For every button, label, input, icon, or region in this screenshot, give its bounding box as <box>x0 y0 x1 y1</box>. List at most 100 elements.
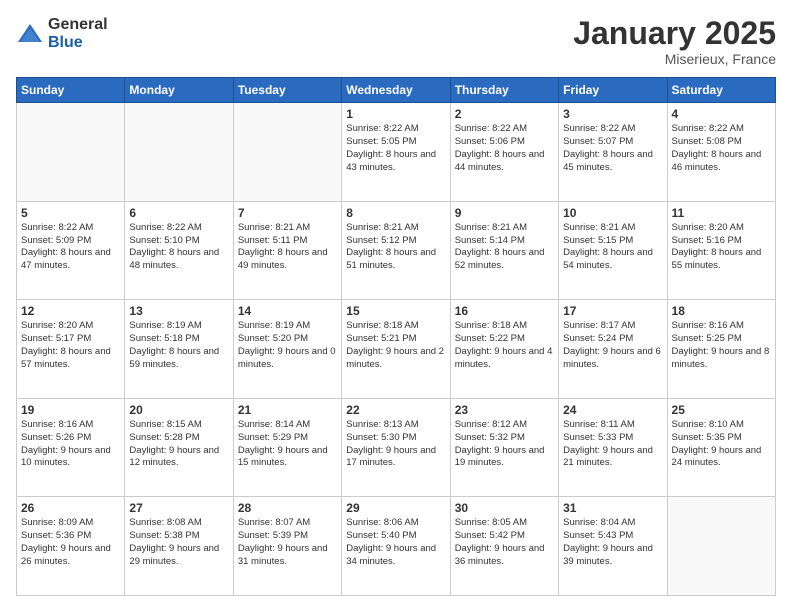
day-number: 10 <box>563 206 662 220</box>
table-row <box>233 103 341 202</box>
day-number: 26 <box>21 501 120 515</box>
day-info: Sunrise: 8:08 AM Sunset: 5:38 PM Dayligh… <box>129 517 228 568</box>
table-row: 9Sunrise: 8:21 AM Sunset: 5:14 PM Daylig… <box>450 201 558 300</box>
day-number: 12 <box>21 304 120 318</box>
day-info: Sunrise: 8:21 AM Sunset: 5:11 PM Dayligh… <box>238 222 337 273</box>
table-row: 6 Sunrise: 8:22 AM Sunset: 5:10 PM Daylig… <box>125 201 233 300</box>
day-number: 6 <box>129 206 228 220</box>
table-row: 17 Sunrise: 8:17 AM Sunset: 5:24 PM Dayli… <box>559 300 667 399</box>
day-number: 8 <box>346 206 445 220</box>
day-number: 28 <box>238 501 337 515</box>
day-info: Sunrise: 8:10 AM Sunset: 5:35 PM Dayligh… <box>672 419 771 470</box>
table-row: 16 Sunrise: 8:18 AM Sunset: 5:22 PM Dayli… <box>450 300 558 399</box>
day-info: Sunrise: 8:15 AM Sunset: 5:28 PM Dayligh… <box>129 419 228 470</box>
day-info: Sunrise: 8:04 AM Sunset: 5:43 PM Dayligh… <box>563 517 662 568</box>
col-friday: Friday <box>559 78 667 103</box>
day-info: Sunrise: 8:22 AM Sunset: 5:06 PM Dayligh… <box>455 123 554 174</box>
table-row: 2 Sunrise: 8:22 AM Sunset: 5:06 PM Daylig… <box>450 103 558 202</box>
day-number: 21 <box>238 403 337 417</box>
day-number: 30 <box>455 501 554 515</box>
col-thursday: Thursday <box>450 78 558 103</box>
day-info: Sunrise: 8:22 AM Sunset: 5:07 PM Dayligh… <box>563 123 662 174</box>
day-number: 24 <box>563 403 662 417</box>
logo-icon <box>16 20 44 48</box>
day-number: 25 <box>672 403 771 417</box>
day-number: 22 <box>346 403 445 417</box>
day-info: Sunrise: 8:19 AM Sunset: 5:20 PM Dayligh… <box>238 320 337 371</box>
day-info: Sunrise: 8:18 AM Sunset: 5:21 PM Dayligh… <box>346 320 445 371</box>
day-number: 1 <box>346 107 445 121</box>
table-row: 22 Sunrise: 8:13 AM Sunset: 5:30 PM Dayli… <box>342 398 450 497</box>
day-info: Sunrise: 8:13 AM Sunset: 5:30 PM Dayligh… <box>346 419 445 470</box>
day-number: 19 <box>21 403 120 417</box>
table-row <box>125 103 233 202</box>
table-row: 26 Sunrise: 8:09 AM Sunset: 5:36 PM Dayli… <box>17 497 125 596</box>
calendar-table: Sunday Monday Tuesday Wednesday Thursday… <box>16 77 776 596</box>
day-number: 27 <box>129 501 228 515</box>
day-number: 4 <box>672 107 771 121</box>
table-row: 1 Sunrise: 8:22 AM Sunset: 5:05 PM Daylig… <box>342 103 450 202</box>
table-row: 30Sunrise: 8:05 AM Sunset: 5:42 PM Dayli… <box>450 497 558 596</box>
day-info: Sunrise: 8:09 AM Sunset: 5:36 PM Dayligh… <box>21 517 120 568</box>
day-number: 3 <box>563 107 662 121</box>
day-info: Sunrise: 8:14 AM Sunset: 5:29 PM Dayligh… <box>238 419 337 470</box>
day-number: 18 <box>672 304 771 318</box>
day-number: 14 <box>238 304 337 318</box>
col-saturday: Saturday <box>667 78 775 103</box>
logo-general-text: General <box>48 16 108 34</box>
calendar-header-row: Sunday Monday Tuesday Wednesday Thursday… <box>17 78 776 103</box>
day-info: Sunrise: 8:20 AM Sunset: 5:16 PM Dayligh… <box>672 222 771 273</box>
table-row: 25 Sunrise: 8:10 AM Sunset: 5:35 PM Dayli… <box>667 398 775 497</box>
day-number: 17 <box>563 304 662 318</box>
day-info: Sunrise: 8:22 AM Sunset: 5:05 PM Dayligh… <box>346 123 445 174</box>
day-number: 23 <box>455 403 554 417</box>
table-row: 31 Sunrise: 8:04 AM Sunset: 5:43 PM Dayli… <box>559 497 667 596</box>
table-row: 29 Sunrise: 8:06 AM Sunset: 5:40 PM Dayli… <box>342 497 450 596</box>
table-row: 21 Sunrise: 8:14 AM Sunset: 5:29 PM Dayli… <box>233 398 341 497</box>
col-tuesday: Tuesday <box>233 78 341 103</box>
month-title: January 2025 <box>573 16 776 51</box>
table-row: 23 Sunrise: 8:12 AM Sunset: 5:32 PM Dayli… <box>450 398 558 497</box>
day-number: 5 <box>21 206 120 220</box>
calendar-week-row: 1 Sunrise: 8:22 AM Sunset: 5:05 PM Daylig… <box>17 103 776 202</box>
table-row: 24 Sunrise: 8:11 AM Sunset: 5:33 PM Dayli… <box>559 398 667 497</box>
table-row <box>667 497 775 596</box>
day-info: Sunrise: 8:20 AM Sunset: 5:17 PM Dayligh… <box>21 320 120 371</box>
table-row: 19 Sunrise: 8:16 AM Sunset: 5:26 PM Dayli… <box>17 398 125 497</box>
logo-blue-text: Blue <box>48 34 108 52</box>
table-row: 10 Sunrise: 8:21 AM Sunset: 5:15 PM Dayli… <box>559 201 667 300</box>
day-info: Sunrise: 8:06 AM Sunset: 5:40 PM Dayligh… <box>346 517 445 568</box>
day-info: Sunrise: 8:12 AM Sunset: 5:32 PM Dayligh… <box>455 419 554 470</box>
calendar-week-row: 26 Sunrise: 8:09 AM Sunset: 5:36 PM Dayli… <box>17 497 776 596</box>
table-row: 11Sunrise: 8:20 AM Sunset: 5:16 PM Dayli… <box>667 201 775 300</box>
day-number: 29 <box>346 501 445 515</box>
day-number: 31 <box>563 501 662 515</box>
day-number: 20 <box>129 403 228 417</box>
day-number: 2 <box>455 107 554 121</box>
day-info: Sunrise: 8:21 AM Sunset: 5:15 PM Dayligh… <box>563 222 662 273</box>
calendar-week-row: 12 Sunrise: 8:20 AM Sunset: 5:17 PM Dayli… <box>17 300 776 399</box>
calendar-week-row: 5 Sunrise: 8:22 AM Sunset: 5:09 PM Daylig… <box>17 201 776 300</box>
header: General Blue January 2025 Miserieux, Fra… <box>16 16 776 67</box>
day-info: Sunrise: 8:21 AM Sunset: 5:12 PM Dayligh… <box>346 222 445 273</box>
table-row: 27 Sunrise: 8:08 AM Sunset: 5:38 PM Dayli… <box>125 497 233 596</box>
day-info: Sunrise: 8:11 AM Sunset: 5:33 PM Dayligh… <box>563 419 662 470</box>
day-info: Sunrise: 8:22 AM Sunset: 5:09 PM Dayligh… <box>21 222 120 273</box>
day-info: Sunrise: 8:22 AM Sunset: 5:10 PM Dayligh… <box>129 222 228 273</box>
day-info: Sunrise: 8:16 AM Sunset: 5:26 PM Dayligh… <box>21 419 120 470</box>
day-number: 15 <box>346 304 445 318</box>
page: General Blue January 2025 Miserieux, Fra… <box>0 0 792 612</box>
table-row: 18 Sunrise: 8:16 AM Sunset: 5:25 PM Dayli… <box>667 300 775 399</box>
day-info: Sunrise: 8:07 AM Sunset: 5:39 PM Dayligh… <box>238 517 337 568</box>
table-row: 4Sunrise: 8:22 AM Sunset: 5:08 PM Daylig… <box>667 103 775 202</box>
day-info: Sunrise: 8:16 AM Sunset: 5:25 PM Dayligh… <box>672 320 771 371</box>
col-monday: Monday <box>125 78 233 103</box>
day-number: 13 <box>129 304 228 318</box>
day-number: 16 <box>455 304 554 318</box>
table-row: 13Sunrise: 8:19 AM Sunset: 5:18 PM Dayli… <box>125 300 233 399</box>
logo-text: General Blue <box>48 16 108 51</box>
day-info: Sunrise: 8:18 AM Sunset: 5:22 PM Dayligh… <box>455 320 554 371</box>
day-info: Sunrise: 8:17 AM Sunset: 5:24 PM Dayligh… <box>563 320 662 371</box>
table-row: 15 Sunrise: 8:18 AM Sunset: 5:21 PM Dayli… <box>342 300 450 399</box>
day-number: 9 <box>455 206 554 220</box>
